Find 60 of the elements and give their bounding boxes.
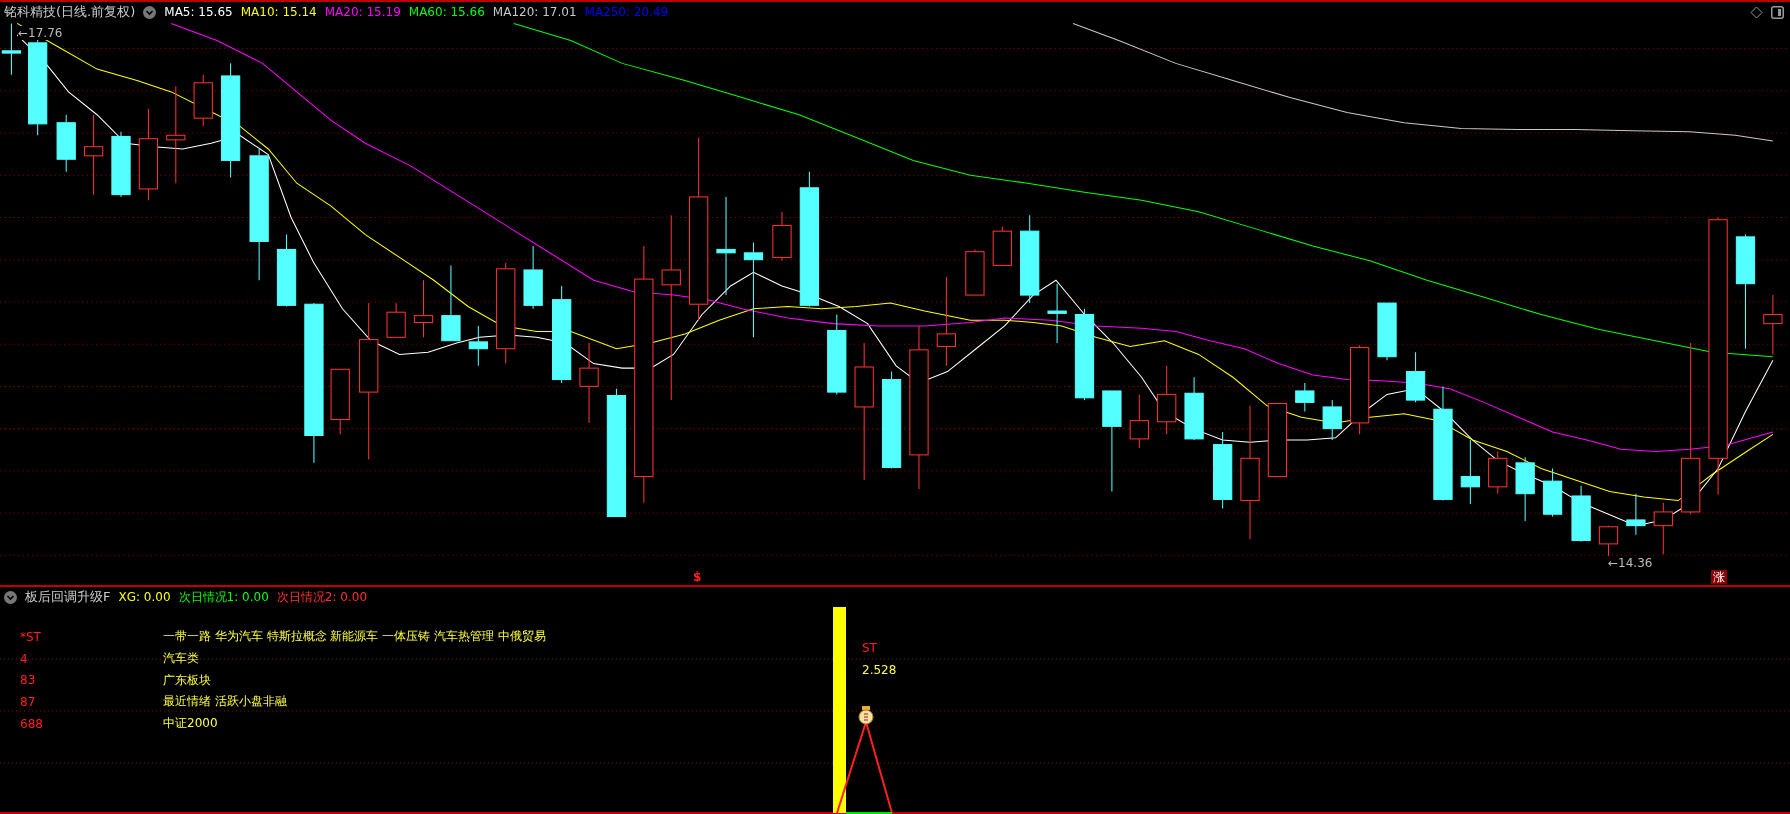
candlestick bbox=[468, 325, 488, 367]
candlestick bbox=[1129, 393, 1149, 449]
money-bag-icon bbox=[858, 706, 874, 725]
candlestick bbox=[1542, 468, 1563, 518]
candlestick bbox=[56, 114, 76, 173]
baseline-segment bbox=[845, 812, 893, 814]
indicator-reading: 次日情况1: 0.00 bbox=[178, 588, 269, 606]
high-price-label: ←17.76 bbox=[18, 26, 63, 40]
candlestick bbox=[965, 248, 985, 296]
candlestick bbox=[1488, 450, 1508, 495]
dollar-marker: $ bbox=[693, 570, 702, 584]
candlestick bbox=[193, 74, 213, 127]
moving-average-value: MA10: 15.14 bbox=[240, 5, 317, 19]
moving-average-value: MA60: 15.66 bbox=[408, 5, 485, 19]
candlestick bbox=[1763, 294, 1783, 355]
candlestick bbox=[1295, 382, 1315, 413]
moving-average-value: MA20: 15.19 bbox=[324, 5, 401, 19]
candlestick bbox=[413, 279, 434, 338]
signal-value: 2.528 bbox=[862, 663, 897, 677]
candlestick bbox=[1405, 351, 1426, 403]
candlestick bbox=[386, 302, 406, 338]
candlestick bbox=[772, 211, 792, 262]
concept-text: 广东板块 bbox=[163, 671, 211, 689]
row-code: 688 bbox=[19, 716, 44, 731]
rise-badge: 涨 bbox=[1711, 570, 1727, 584]
diamond-icon[interactable] bbox=[1750, 5, 1763, 19]
candlestick bbox=[111, 131, 131, 198]
row-code: 83 bbox=[19, 673, 37, 688]
row-code: 87 bbox=[19, 694, 37, 709]
candlestick bbox=[1626, 493, 1646, 536]
stock-title: 铭科精技(日线.前复权) bbox=[4, 3, 136, 21]
indicator-reading: XG: 0.00 bbox=[118, 590, 171, 604]
chevron-down-icon[interactable] bbox=[143, 5, 157, 19]
candlestick bbox=[992, 226, 1012, 266]
candlestick bbox=[330, 368, 350, 435]
concept-text: 最近情绪 活跃小盘非融 bbox=[163, 693, 287, 711]
candlestick bbox=[1571, 485, 1591, 543]
candlestick bbox=[1653, 502, 1673, 555]
row-code: *ST bbox=[19, 629, 42, 644]
concept-text: 中证2000 bbox=[163, 715, 218, 733]
low-price-label: ←14.36 bbox=[1608, 556, 1653, 570]
indicator-title: 板后回调升级F bbox=[25, 588, 111, 606]
candlestick bbox=[1515, 456, 1535, 522]
indicator-reading: 次日情况2: 0.00 bbox=[276, 588, 368, 606]
candlestick bbox=[1377, 302, 1397, 361]
candlestick bbox=[1157, 365, 1177, 435]
candlestick bbox=[1460, 439, 1480, 505]
signal-label: ST bbox=[862, 641, 877, 655]
candlestick bbox=[1047, 283, 1067, 344]
panel-toggle-icon[interactable] bbox=[1771, 5, 1784, 19]
concept-text: 一带一路 华为汽车 特斯拉概念 新能源车 一体压铸 汽车热管理 中俄贸易 bbox=[163, 628, 546, 646]
row-code: 4 bbox=[19, 651, 29, 666]
moving-average-value: MA250: 20.49 bbox=[584, 5, 669, 19]
candlestick bbox=[1322, 399, 1342, 441]
moving-average-value: MA120: 17.01 bbox=[492, 5, 577, 19]
moving-average-value: MA5: 15.65 bbox=[164, 5, 233, 19]
chevron-down-icon[interactable] bbox=[4, 590, 17, 604]
candlestick bbox=[1184, 376, 1204, 441]
candlestick bbox=[523, 245, 543, 310]
concept-text: 汽车类 bbox=[163, 650, 199, 668]
